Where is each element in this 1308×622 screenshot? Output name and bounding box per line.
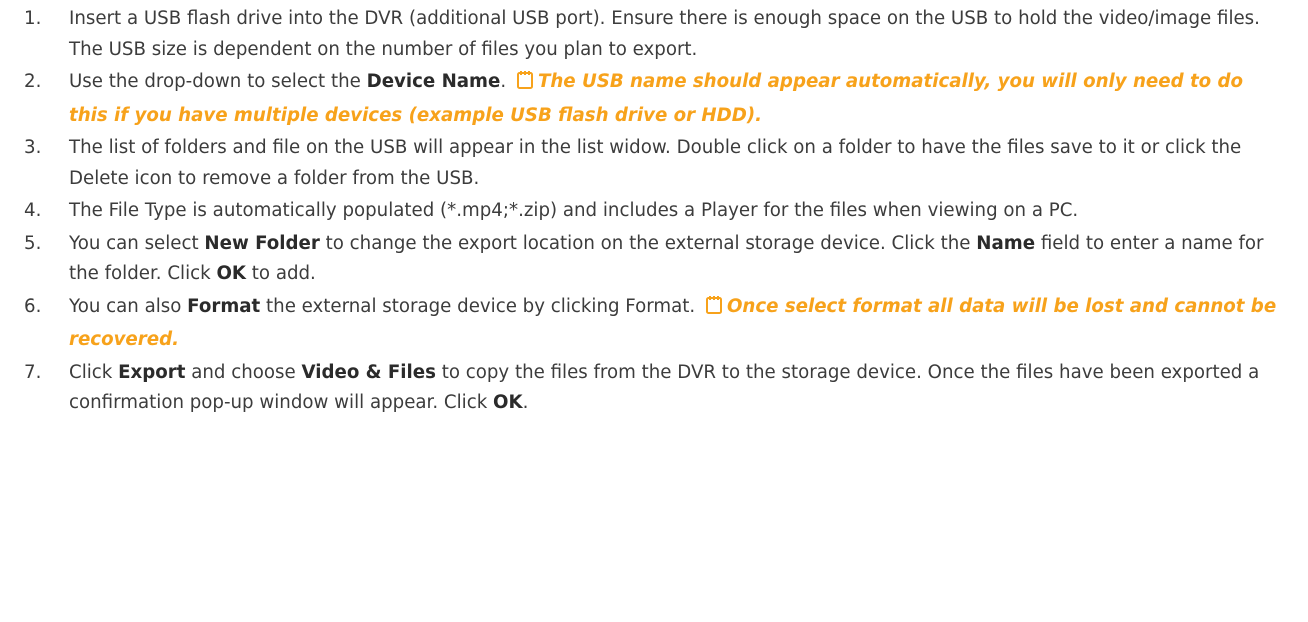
step-text: The list of folders and file on the USB … [69, 137, 1241, 189]
step-item: 2. Use the drop-down to select the Device… [0, 67, 1308, 131]
step-text-segment: to add. [246, 263, 316, 284]
bold-term: Device Name [366, 71, 501, 92]
step-text-segment: . [522, 392, 529, 413]
step-item: 4. The File Type is automatically populat… [0, 196, 1308, 227]
step-text-segment: The list of folders and file on the USB … [69, 137, 1242, 189]
step-text-segment: . [500, 71, 512, 92]
bold-term: OK [216, 263, 246, 284]
instruction-document: 1. Insert a USB flash drive into the DVR … [0, 0, 1308, 622]
step-text-segment: and choose [185, 361, 302, 383]
step-text: The File Type is automatically populated… [69, 200, 1078, 221]
step-text-segment: You can select [69, 232, 205, 254]
step-text-segment: The File Type is automatically populated… [69, 200, 1079, 221]
step-text: You can select New Folder to change the … [69, 233, 1263, 285]
step-text-segment: the external storage device by clicking … [260, 295, 701, 317]
step-text-segment: to change the export location on the ext… [319, 232, 977, 254]
step-number: 5. [24, 232, 42, 254]
step-number: 2. [24, 71, 42, 92]
bold-term: Video & Files [301, 361, 436, 383]
step-item: 1. Insert a USB flash drive into the DVR … [0, 4, 1308, 65]
step-text: Use the drop-down to select the Device N… [69, 71, 1243, 126]
step-text-segment: Use the drop-down to select the [69, 71, 367, 92]
step-item: 7. Click Export and choose Video & Files … [0, 358, 1308, 419]
step-item: 3. The list of folders and file on the US… [0, 133, 1308, 194]
steps-list: 1. Insert a USB flash drive into the DVR … [0, 4, 1308, 419]
step-number: 1. [24, 8, 42, 29]
bold-term: Name [976, 232, 1036, 254]
step-number: 3. [24, 137, 42, 158]
step-number: 7. [24, 361, 42, 383]
step-text-segment: Click [69, 361, 119, 383]
step-text-segment: Insert a USB flash drive into the DVR (a… [69, 8, 1260, 60]
bold-term: Export [118, 361, 186, 383]
bold-term: Format [187, 295, 261, 317]
note-icon [705, 295, 723, 326]
bold-term: OK [493, 392, 523, 413]
step-item: 6. You can also Format the external stora… [0, 292, 1308, 356]
step-text: Insert a USB flash drive into the DVR (a… [69, 8, 1260, 60]
note-icon [516, 70, 534, 101]
step-number: 6. [24, 295, 42, 317]
bold-term: New Folder [204, 232, 320, 254]
step-text-segment: You can also [69, 295, 188, 317]
step-number: 4. [24, 200, 42, 221]
step-text: You can also Format the external storage… [69, 295, 1276, 350]
step-item: 5. You can select New Folder to change th… [0, 229, 1308, 290]
step-text: Click Export and choose Video & Files to… [69, 362, 1259, 414]
